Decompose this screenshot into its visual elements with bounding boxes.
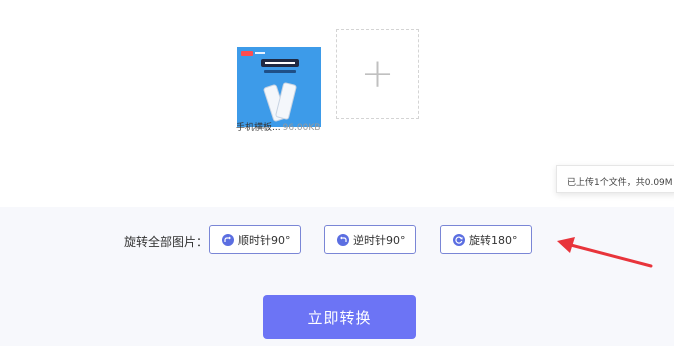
rotate-all-label: 旋转全部图片： xyxy=(124,235,209,249)
convert-now-label: 立即转换 xyxy=(307,308,372,327)
annotation-arrow-icon xyxy=(557,237,653,268)
thumbnail-banner xyxy=(261,59,299,67)
file-size: 96.00KB xyxy=(282,123,321,133)
rotate-clockwise-label: 顺时针90° xyxy=(238,233,291,247)
upload-area: 手机横板... 96.00KB + 已上传1个文件，共0.09M xyxy=(0,0,674,207)
thumbnail-subtitle xyxy=(264,70,296,73)
file-info: 手机横板... 96.00KB xyxy=(236,120,346,133)
rotate-ccw-icon xyxy=(337,233,349,246)
rotate-counterclockwise-label: 逆时针90° xyxy=(353,233,406,247)
thumbnail-logo-text xyxy=(255,52,265,54)
upload-summary-tooltip: 已上传1个文件，共0.09M xyxy=(556,165,674,193)
plus-icon: + xyxy=(360,51,395,97)
add-file-button[interactable]: + xyxy=(336,29,419,119)
thumbnail-phone-right xyxy=(274,81,298,121)
thumbnail-logo xyxy=(241,51,253,56)
file-name: 手机横板... xyxy=(236,123,281,133)
rotate-180-button[interactable]: 旋转180° xyxy=(440,225,532,254)
rotate-cw-icon xyxy=(222,233,234,246)
action-panel: 旋转全部图片： 顺时针90° 逆时针90° 旋转180° 立即转换 xyxy=(0,207,674,346)
rotate-180-icon xyxy=(453,233,465,246)
upload-summary-text: 已上传1个文件，共0.09M xyxy=(567,178,673,188)
rotate-clockwise-button[interactable]: 顺时针90° xyxy=(209,225,301,254)
file-thumbnail xyxy=(237,47,321,127)
convert-now-button[interactable]: 立即转换 xyxy=(263,295,416,339)
rotate-180-label: 旋转180° xyxy=(469,233,518,247)
rotate-counterclockwise-button[interactable]: 逆时针90° xyxy=(324,225,416,254)
